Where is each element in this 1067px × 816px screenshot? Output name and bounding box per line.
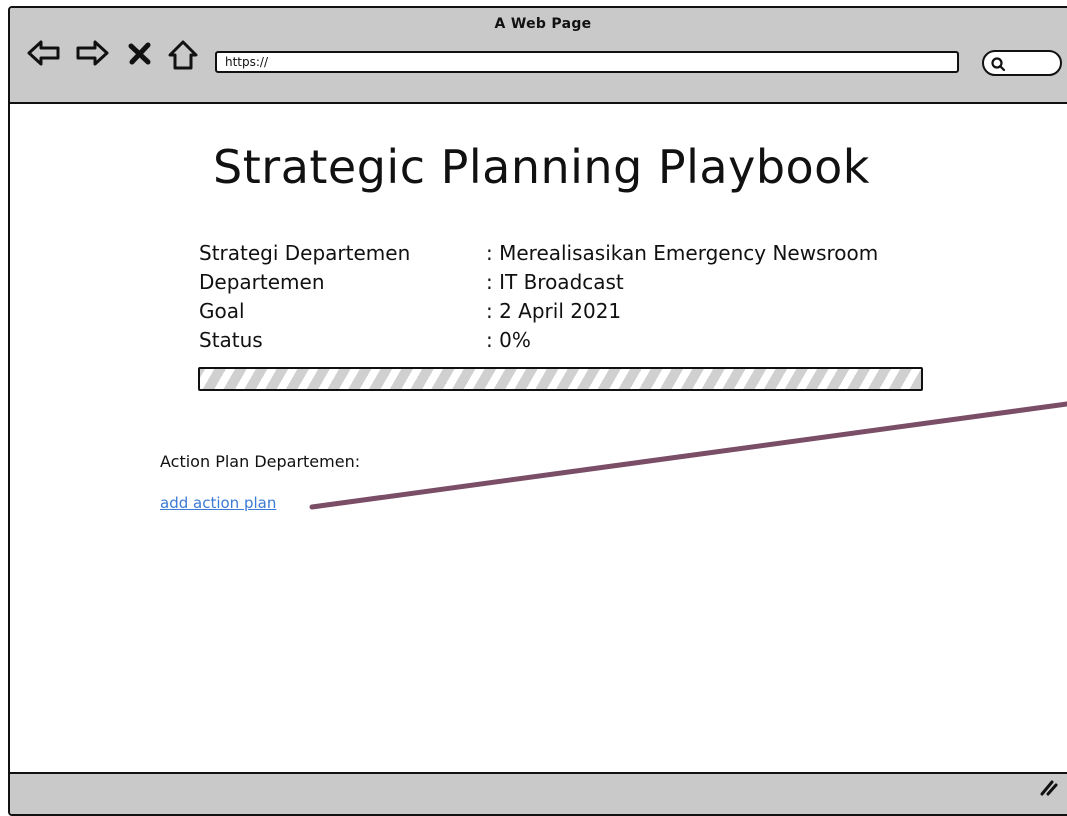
status-progress-bar [198, 367, 923, 391]
info-value: : 0% [486, 328, 531, 352]
resize-handle-icon[interactable] [1036, 772, 1060, 800]
info-label: Status [199, 328, 263, 352]
info-label: Strategi Departemen [199, 241, 411, 265]
home-icon[interactable] [166, 38, 200, 76]
info-value: : IT Broadcast [486, 270, 624, 294]
window-title: A Web Page [494, 16, 592, 32]
forward-arrow-icon[interactable] [74, 38, 110, 72]
browser-status-bar [10, 772, 1067, 814]
browser-window: A Web Page [8, 6, 1067, 816]
back-arrow-icon[interactable] [26, 38, 62, 72]
stop-icon[interactable] [128, 42, 152, 70]
search-icon [990, 56, 1006, 76]
add-action-plan-link[interactable]: add action plan [160, 494, 276, 512]
search-button[interactable] [982, 50, 1062, 76]
action-plan-label: Action Plan Departemen: [160, 452, 361, 471]
info-label: Goal [199, 299, 245, 323]
url-input[interactable] [215, 51, 959, 73]
browser-toolbar: A Web Page [10, 8, 1067, 104]
info-label: Departemen [199, 270, 325, 294]
info-value: : Merealisasikan Emergency Newsroom [486, 241, 879, 265]
page-title: Strategic Planning Playbook [213, 140, 870, 194]
info-value: : 2 April 2021 [486, 299, 622, 323]
